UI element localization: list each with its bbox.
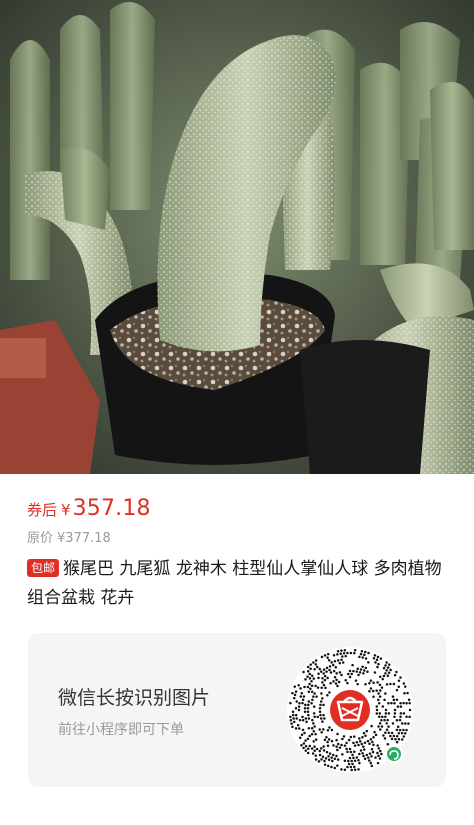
- qr-card-subtitle: 前往小程序即可下单: [58, 722, 184, 738]
- original-price: 377.18: [65, 531, 111, 546]
- pinduoduo-logo: [326, 686, 374, 734]
- original-price-row: 原价 ¥377.18: [27, 527, 115, 546]
- coupon-price-label: 券后: [27, 501, 58, 519]
- product-title: 猴尾巴 九尾狐 龙神木 柱型仙人掌仙人球 多肉植物组合盆栽 花卉: [27, 559, 442, 608]
- product-photo: [0, 0, 474, 474]
- mini-program-icon: [385, 745, 403, 763]
- qr-card-title: 微信长按识别图片: [58, 687, 211, 709]
- free-shipping-badge: 包邮: [27, 559, 60, 577]
- original-price-label: 原价: [27, 531, 54, 546]
- price-row: 券后 ¥ 357.18: [27, 496, 151, 526]
- coupon-price: 357.18: [72, 496, 151, 521]
- product-title-block: 包邮 猴尾巴 九尾狐 龙神木 柱型仙人掌仙人球 多肉植物组合盆栽 花卉: [27, 555, 447, 613]
- qr-card: 微信长按识别图片 前往小程序即可下单: [28, 633, 446, 787]
- qr-code[interactable]: [286, 646, 414, 774]
- currency-symbol: ¥: [61, 501, 71, 519]
